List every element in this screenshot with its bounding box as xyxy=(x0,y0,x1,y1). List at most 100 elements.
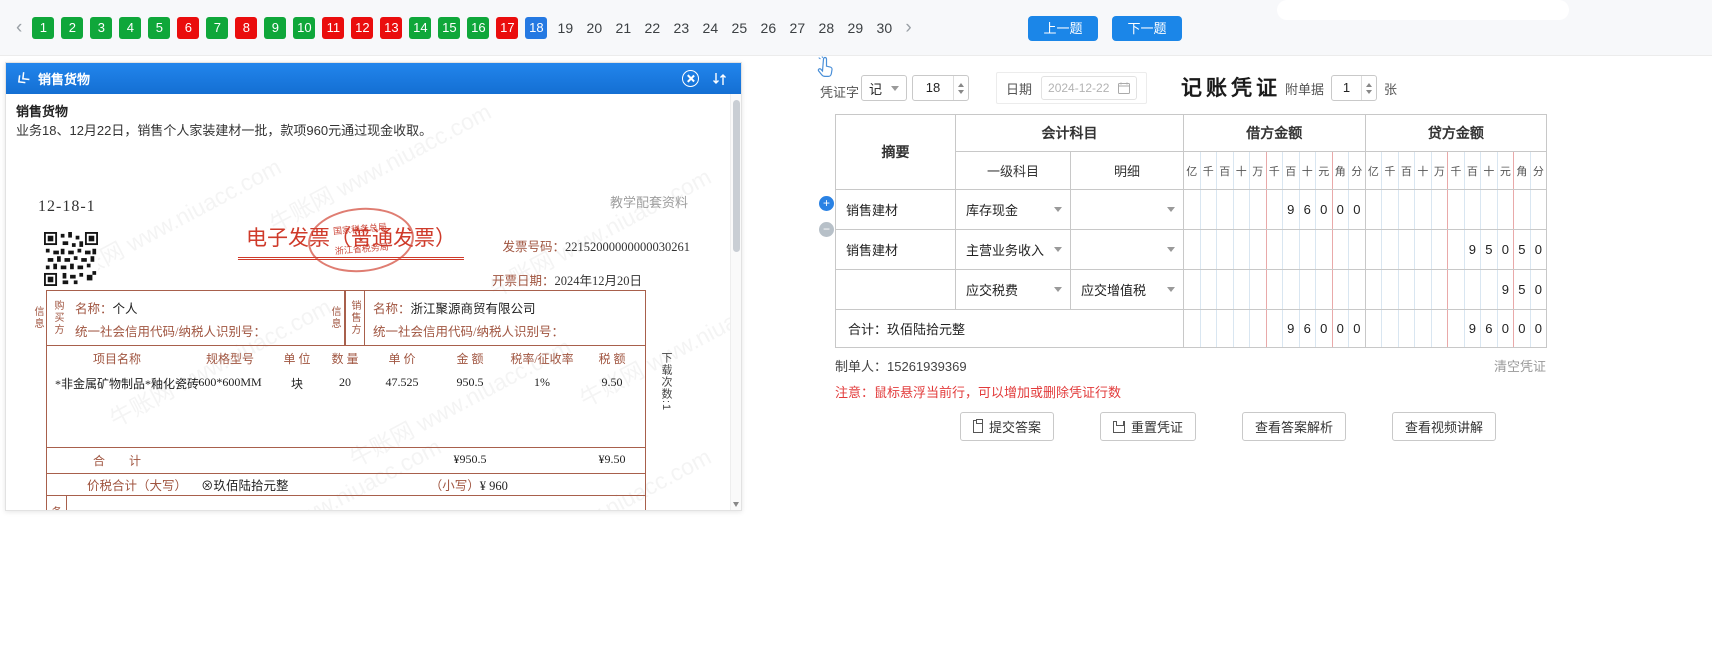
debit-digit-cell[interactable] xyxy=(1249,229,1267,270)
panel-scrollbar[interactable] xyxy=(730,94,741,510)
credit-digit-cell[interactable]: 0 xyxy=(1529,229,1548,270)
question-button-23[interactable]: 23 xyxy=(670,17,692,39)
scrollbar-thumb[interactable] xyxy=(733,100,740,252)
debit-digit-cell[interactable] xyxy=(1183,229,1201,270)
debit-digit-cell[interactable]: 0 xyxy=(1315,189,1333,230)
credit-digit-cell[interactable] xyxy=(1381,189,1399,230)
question-button-7[interactable]: 7 xyxy=(206,17,229,39)
question-button-22[interactable]: 22 xyxy=(641,17,663,39)
debit-digit-cell[interactable] xyxy=(1199,189,1217,230)
question-button-29[interactable]: 29 xyxy=(844,17,866,39)
credit-digit-cell[interactable] xyxy=(1430,189,1449,230)
debit-digit-cell[interactable] xyxy=(1282,229,1300,270)
question-button-1[interactable]: 1 xyxy=(32,17,55,39)
credit-digit-cell[interactable] xyxy=(1430,269,1449,310)
voucher-number-input[interactable]: 18 xyxy=(912,75,969,101)
question-button-19[interactable]: 19 xyxy=(554,17,576,39)
debit-digit-cell[interactable] xyxy=(1232,189,1250,230)
debit-digit-cell[interactable]: 0 xyxy=(1348,189,1366,230)
total-debit-digit-cell[interactable]: 0 xyxy=(1348,309,1366,348)
question-button-21[interactable]: 21 xyxy=(612,17,634,39)
question-button-26[interactable]: 26 xyxy=(757,17,779,39)
credit-digit-cell[interactable] xyxy=(1480,189,1498,230)
summary-cell[interactable]: 销售建材 xyxy=(835,229,956,270)
credit-digit-cell[interactable] xyxy=(1480,269,1498,310)
question-button-8[interactable]: 8 xyxy=(235,17,258,39)
total-credit-digit-cell[interactable] xyxy=(1397,309,1416,348)
question-button-18[interactable]: 18 xyxy=(525,17,548,39)
question-button-24[interactable]: 24 xyxy=(699,17,721,39)
credit-digit-cell[interactable] xyxy=(1463,189,1482,230)
total-credit-digit-cell[interactable]: 0 xyxy=(1496,309,1515,348)
debit-digit-cell[interactable] xyxy=(1249,269,1267,310)
question-button-30[interactable]: 30 xyxy=(873,17,895,39)
debit-digit-cell[interactable] xyxy=(1183,269,1201,310)
debit-digit-cell[interactable] xyxy=(1183,189,1201,230)
total-credit-digit-cell[interactable] xyxy=(1447,309,1465,348)
credit-digit-cell[interactable] xyxy=(1430,229,1449,270)
total-credit-digit-cell[interactable]: 9 xyxy=(1463,309,1482,348)
question-button-16[interactable]: 16 xyxy=(467,17,490,39)
summary-cell[interactable] xyxy=(835,269,956,310)
action-button-2[interactable]: 重置凭证 xyxy=(1100,412,1197,441)
debit-digit-cell[interactable] xyxy=(1331,229,1349,270)
total-debit-digit-cell[interactable] xyxy=(1216,309,1234,348)
question-button-28[interactable]: 28 xyxy=(815,17,837,39)
credit-digit-cell[interactable] xyxy=(1397,189,1416,230)
credit-digit-cell[interactable]: 0 xyxy=(1529,269,1548,310)
credit-digit-cell[interactable] xyxy=(1414,229,1432,270)
scrollbar-down-arrow-icon[interactable] xyxy=(733,502,739,507)
credit-digit-cell[interactable]: 0 xyxy=(1496,229,1515,270)
debit-digit-cell[interactable] xyxy=(1216,229,1234,270)
total-debit-digit-cell[interactable]: 6 xyxy=(1298,309,1316,348)
total-credit-digit-cell[interactable]: 0 xyxy=(1529,309,1548,348)
voucher-word-select[interactable]: 记 xyxy=(861,75,907,101)
summary-cell[interactable]: 销售建材 xyxy=(835,189,956,230)
detail-select[interactable] xyxy=(1072,191,1183,229)
total-credit-digit-cell[interactable] xyxy=(1430,309,1449,348)
credit-digit-cell[interactable]: 9 xyxy=(1463,229,1482,270)
action-button-4[interactable]: 查看视频讲解 xyxy=(1392,412,1497,441)
credit-digit-cell[interactable] xyxy=(1447,189,1465,230)
question-button-27[interactable]: 27 xyxy=(786,17,808,39)
total-debit-digit-cell[interactable]: 0 xyxy=(1315,309,1333,348)
detail-select[interactable]: 应交增值税 xyxy=(1072,271,1183,309)
debit-digit-cell[interactable] xyxy=(1265,229,1283,270)
question-button-3[interactable]: 3 xyxy=(90,17,113,39)
number-stepper[interactable] xyxy=(953,76,968,100)
action-button-3[interactable]: 查看答案解析 xyxy=(1242,412,1347,441)
credit-digit-cell[interactable] xyxy=(1397,229,1416,270)
total-debit-digit-cell[interactable]: 0 xyxy=(1331,309,1349,348)
credit-digit-cell[interactable] xyxy=(1364,229,1383,270)
prev-page-chevron-icon[interactable]: ‹ xyxy=(16,17,22,39)
credit-digit-cell[interactable] xyxy=(1496,189,1515,230)
debit-digit-cell[interactable] xyxy=(1315,269,1333,310)
debit-digit-cell[interactable]: 6 xyxy=(1298,189,1316,230)
question-button-6[interactable]: 6 xyxy=(177,17,200,39)
question-button-14[interactable]: 14 xyxy=(409,17,432,39)
debit-digit-cell[interactable] xyxy=(1216,189,1234,230)
credit-digit-cell[interactable] xyxy=(1414,189,1432,230)
question-button-4[interactable]: 4 xyxy=(119,17,142,39)
credit-digit-cell[interactable] xyxy=(1447,269,1465,310)
credit-digit-cell[interactable] xyxy=(1447,229,1465,270)
prev-question-button[interactable]: 上一题 xyxy=(1028,16,1098,41)
total-credit-digit-cell[interactable] xyxy=(1381,309,1399,348)
date-input[interactable]: 2024-12-22 xyxy=(1041,76,1138,100)
debit-digit-cell[interactable] xyxy=(1315,229,1333,270)
debit-digit-cell[interactable]: 0 xyxy=(1331,189,1349,230)
remove-row-button[interactable]: − xyxy=(819,222,834,237)
credit-digit-cell[interactable] xyxy=(1513,189,1531,230)
credit-digit-cell[interactable]: 5 xyxy=(1513,229,1531,270)
credit-digit-cell[interactable] xyxy=(1529,189,1548,230)
subject-select[interactable]: 主营业务收入 xyxy=(957,231,1070,269)
question-button-15[interactable]: 15 xyxy=(438,17,461,39)
total-debit-digit-cell[interactable]: 9 xyxy=(1282,309,1300,348)
total-debit-digit-cell[interactable] xyxy=(1199,309,1217,348)
total-credit-digit-cell[interactable] xyxy=(1414,309,1432,348)
debit-digit-cell[interactable] xyxy=(1232,229,1250,270)
total-debit-digit-cell[interactable] xyxy=(1232,309,1250,348)
debit-digit-cell[interactable] xyxy=(1331,269,1349,310)
question-button-13[interactable]: 13 xyxy=(380,17,403,39)
credit-digit-cell[interactable]: 9 xyxy=(1496,269,1515,310)
